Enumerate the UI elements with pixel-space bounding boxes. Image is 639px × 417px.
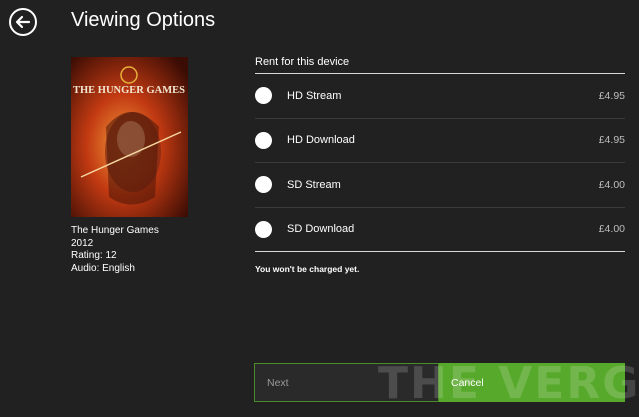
option-sd-download[interactable]: SD Download £4.00	[255, 208, 625, 252]
option-label: HD Download	[287, 134, 355, 147]
rent-heading: Rent for this device	[255, 56, 350, 68]
movie-info: The Hunger Games 2012 Rating: 12 Audio: …	[71, 225, 159, 275]
option-label: SD Download	[287, 223, 355, 236]
back-button[interactable]	[9, 8, 37, 36]
next-button[interactable]: Next	[254, 363, 439, 402]
option-label: HD Stream	[287, 89, 342, 102]
radio-button[interactable]	[255, 176, 272, 194]
poster-title-text: THE HUNGER GAMES	[73, 85, 185, 96]
radio-button[interactable]	[255, 87, 272, 105]
charge-note: You won't be charged yet.	[255, 264, 360, 274]
option-price: £4.95	[598, 89, 625, 102]
option-sd-stream[interactable]: SD Stream £4.00	[255, 163, 625, 208]
movie-rating: Rating: 12	[71, 250, 117, 261]
movie-year: 2012	[71, 237, 94, 249]
movie-poster: THE HUNGER GAMES	[71, 57, 188, 217]
option-label: SD Stream	[287, 178, 341, 191]
cancel-button[interactable]: Cancel	[439, 363, 625, 402]
movie-audio: Audio: English	[71, 262, 135, 274]
option-hd-stream[interactable]: HD Stream £4.95	[255, 74, 625, 119]
movie-title: The Hunger Games	[71, 225, 159, 236]
option-price: £4.00	[598, 223, 625, 236]
radio-button[interactable]	[255, 131, 272, 149]
back-arrow-icon	[15, 15, 31, 29]
option-price: £4.00	[598, 178, 625, 191]
radio-button[interactable]	[255, 220, 272, 238]
page-title: Viewing Options	[71, 9, 216, 31]
option-hd-download[interactable]: HD Download £4.95	[255, 119, 625, 163]
rent-options-section: Rent for this device HD Stream £4.95 HD …	[255, 56, 625, 252]
option-price: £4.95	[598, 134, 625, 147]
